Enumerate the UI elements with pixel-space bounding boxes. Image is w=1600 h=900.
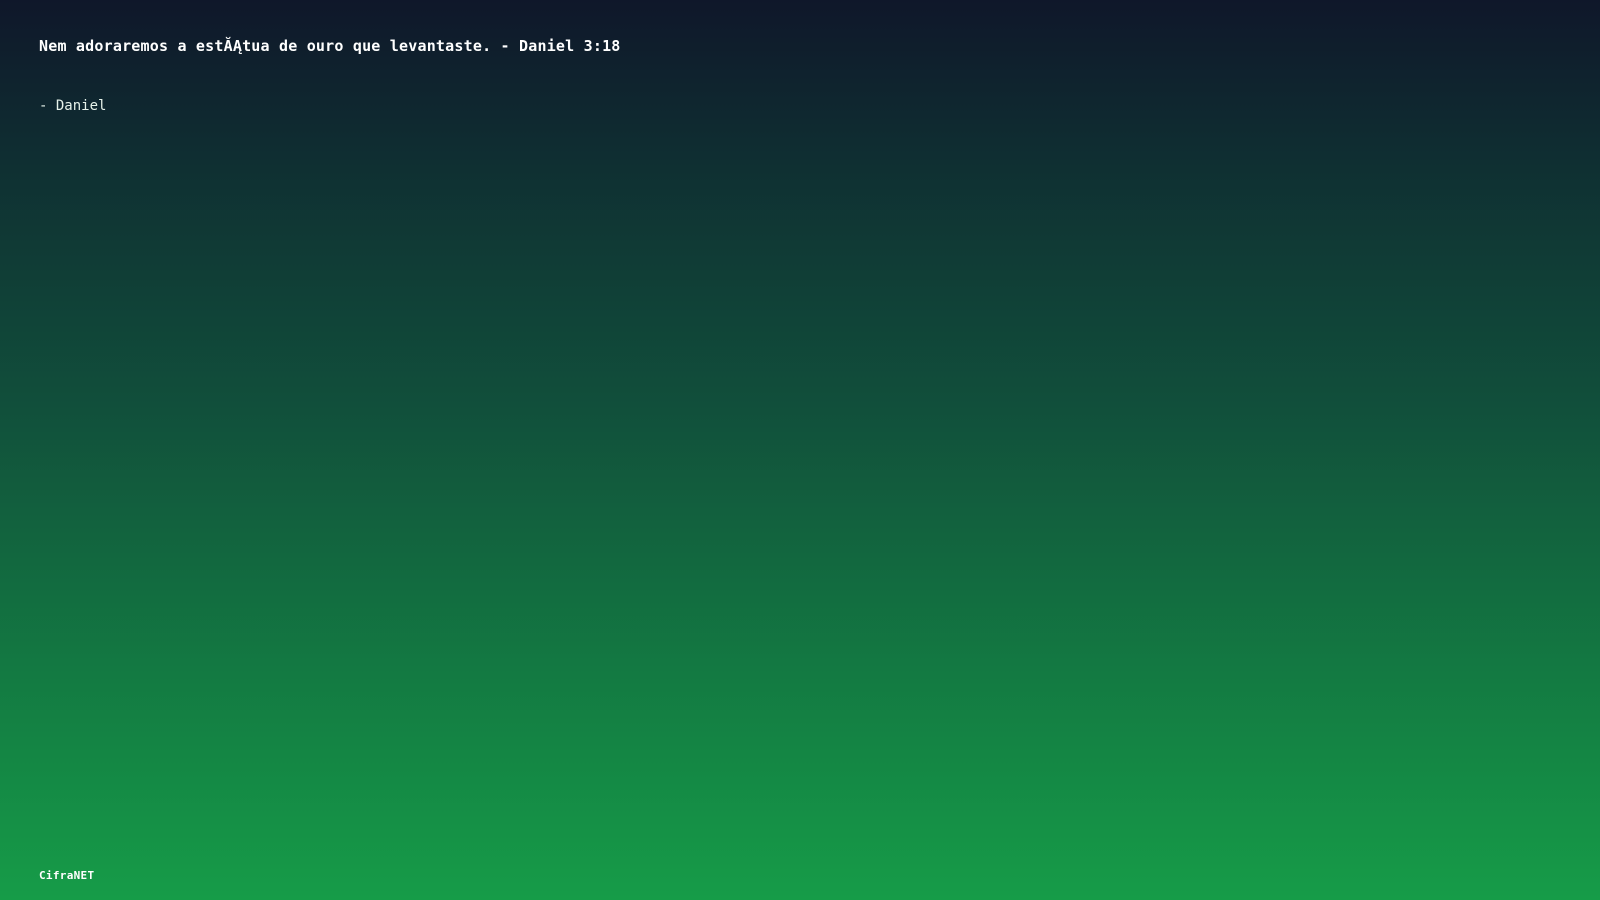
quote-slide: Nem adoraremos a estĂĄtua de ouro que le… [0, 0, 1600, 900]
quote-author: - Daniel [39, 98, 107, 114]
quote-text: Nem adoraremos a estĂĄtua de ouro que le… [39, 37, 621, 55]
brand-label: CifraNET [39, 869, 95, 882]
